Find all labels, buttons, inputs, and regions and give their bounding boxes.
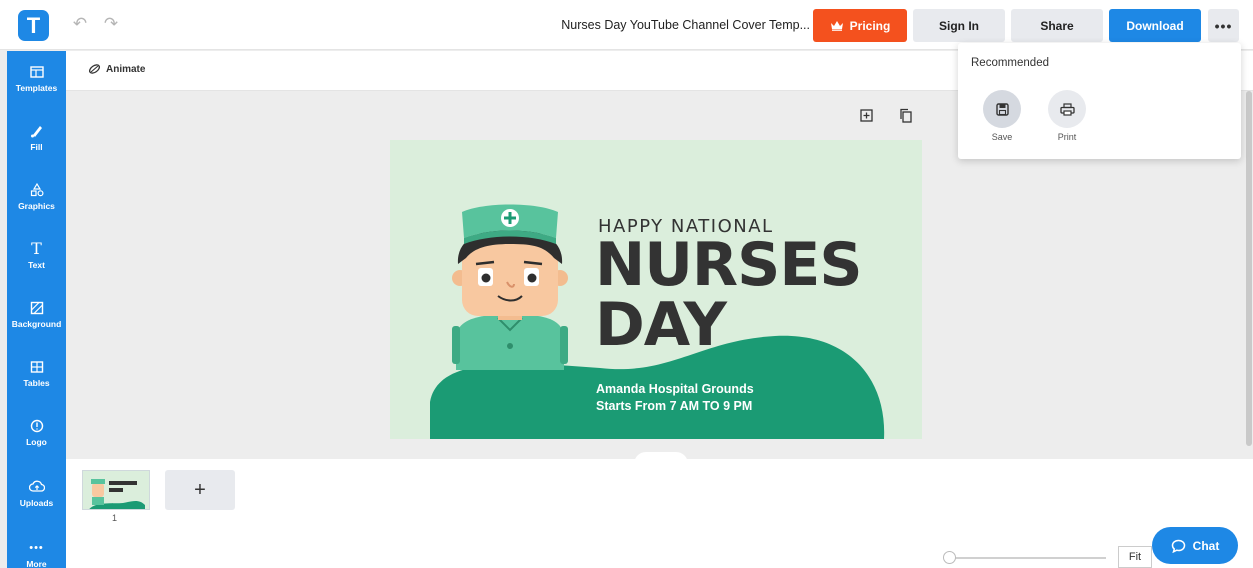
save-button[interactable]: Save (982, 90, 1022, 142)
sidebar-item-label: Fill (30, 142, 43, 152)
sidebar-item-uploads[interactable]: Uploads (7, 478, 66, 530)
printer-icon (1048, 90, 1086, 128)
duplicate-page-icon[interactable] (896, 106, 914, 124)
sidebar-item-graphics[interactable]: Graphics (7, 181, 66, 233)
tables-icon (30, 361, 43, 373)
pages-panel: 1 + Fit (66, 459, 1253, 568)
chat-bubble-icon (1171, 539, 1185, 553)
redo-icon[interactable]: ↷ (101, 14, 121, 34)
sidebar-item-label: More (26, 559, 47, 568)
text-icon: T (31, 239, 42, 258)
sidebar-item-label: Graphics (18, 201, 55, 211)
document-title[interactable]: Nurses Day YouTube Channel Cover Temp... (520, 18, 810, 32)
pricing-label: Pricing (849, 18, 891, 33)
zoom-slider-handle[interactable] (943, 551, 956, 564)
fit-zoom-button[interactable]: Fit (1118, 546, 1152, 568)
more-options-button[interactable]: ••• (1208, 9, 1239, 42)
sidebar: Templates Fill Graphics T Text Backgroun… (7, 51, 66, 568)
logo-icon (30, 419, 43, 433)
page-thumbnail[interactable] (82, 470, 150, 510)
animate-icon (88, 64, 101, 74)
design-time-text[interactable]: Starts From 7 AM TO 9 PM (596, 399, 752, 413)
sidebar-item-fill[interactable]: Fill (7, 122, 66, 174)
vertical-scrollbar[interactable] (1246, 91, 1252, 446)
page-thumbnail-preview (83, 471, 149, 509)
more-icon: ••• (29, 542, 44, 554)
design-headline-day[interactable]: DAY (595, 292, 727, 358)
design-canvas[interactable]: HAPPY NATIONAL NURSES DAY Amanda Hospita… (390, 140, 922, 439)
animate-label: Animate (106, 63, 146, 75)
sidebar-item-label: Uploads (19, 498, 54, 508)
pricing-button[interactable]: Pricing (813, 9, 907, 42)
add-element-icon[interactable] (857, 106, 875, 124)
more-options-dropdown: Recommended Save Print (958, 43, 1241, 159)
app-logo[interactable]: T (18, 10, 49, 41)
sidebar-item-label: Tables (23, 378, 50, 388)
add-page-button[interactable]: + (165, 470, 235, 510)
fill-icon (30, 126, 42, 138)
sidebar-item-label: Background (11, 319, 62, 329)
chat-button[interactable]: Chat (1152, 527, 1238, 564)
animate-button[interactable]: Animate (88, 63, 145, 75)
sidebar-item-tables[interactable]: Tables (7, 358, 66, 410)
sidebar-item-label: Templates (15, 83, 58, 93)
save-label: Save (991, 132, 1013, 142)
sidebar-item-text[interactable]: T Text (7, 240, 66, 292)
print-button[interactable]: Print (1047, 90, 1087, 142)
sidebar-item-templates[interactable]: Templates (7, 63, 66, 115)
share-button[interactable]: Share (1011, 9, 1103, 42)
sign-in-button[interactable]: Sign In (913, 9, 1005, 42)
uploads-icon (28, 480, 45, 492)
sidebar-item-label: Text (28, 260, 45, 270)
download-button[interactable]: Download (1109, 9, 1201, 42)
design-venue-text[interactable]: Amanda Hospital Grounds (596, 382, 754, 396)
sidebar-item-more[interactable]: ••• More (7, 539, 66, 568)
sidebar-item-label: Logo (26, 437, 47, 447)
zoom-slider[interactable] (946, 557, 1106, 559)
chat-label: Chat (1192, 538, 1220, 553)
print-label: Print (1057, 132, 1077, 142)
undo-icon[interactable]: ↶ (70, 14, 90, 34)
design-headline-nurses[interactable]: NURSES (595, 232, 863, 298)
sidebar-item-logo[interactable]: Logo (7, 417, 66, 469)
crown-icon (830, 21, 843, 31)
templates-icon (29, 66, 44, 78)
page-number: 1 (112, 513, 118, 523)
dropdown-title: Recommended (971, 57, 1049, 69)
nurse-illustration[interactable] (434, 198, 584, 378)
background-icon (30, 301, 43, 315)
graphics-icon (30, 182, 44, 197)
sidebar-item-background[interactable]: Background (7, 299, 66, 351)
save-icon (983, 90, 1021, 128)
